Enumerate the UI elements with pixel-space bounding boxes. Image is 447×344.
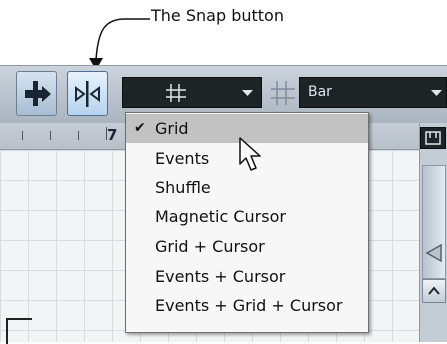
scroll-up-icon <box>428 286 440 295</box>
menu-item-label: Shuffle <box>155 178 211 197</box>
callout-arrow <box>89 18 150 70</box>
ruler-tick <box>22 131 23 140</box>
grid-type-icon <box>271 81 295 105</box>
grid-type-value: Bar <box>308 84 332 100</box>
ruler-tick <box>50 131 51 140</box>
snap-button[interactable] <box>67 71 108 116</box>
menu-item-label: Magnetic Cursor <box>155 207 286 226</box>
dropdown-arrow-icon <box>431 90 442 96</box>
menu-item-magnetic-cursor[interactable]: Magnetic Cursor <box>126 202 368 231</box>
insert-tool-button[interactable] <box>16 71 57 116</box>
part-corner <box>6 318 32 344</box>
menu-item-label: Grid <box>155 119 189 138</box>
menu-item-label: Events + Cursor <box>155 267 286 286</box>
snap-type-dropdown[interactable] <box>122 77 262 108</box>
checkmark-icon: ✔ <box>134 120 146 136</box>
grid-icon <box>166 84 186 102</box>
zoom-slider-icon[interactable] <box>425 243 443 263</box>
menu-item-events-grid-cursor[interactable]: Events + Grid + Cursor <box>126 291 368 320</box>
menu-item-label: Events <box>155 149 210 168</box>
menu-item-shuffle[interactable]: Shuffle <box>126 173 368 202</box>
mouse-pointer-icon <box>239 137 261 171</box>
dropdown-arrow-icon <box>242 90 253 96</box>
grid-type-dropdown[interactable]: Bar <box>299 77 447 108</box>
ruler-bar-number: 7 <box>107 126 118 144</box>
callout-label: The Snap button <box>151 6 284 25</box>
editor-window-icon[interactable] <box>420 127 446 149</box>
scroll-up-button[interactable] <box>422 279 446 303</box>
menu-item-grid-cursor[interactable]: Grid + Cursor <box>126 232 368 261</box>
menu-item-label: Events + Grid + Cursor <box>155 296 343 315</box>
ruler-tick <box>78 131 79 140</box>
menu-item-events-cursor[interactable]: Events + Cursor <box>126 262 368 291</box>
insert-tool-icon <box>25 81 51 106</box>
snap-icon <box>75 81 100 107</box>
menu-item-label: Grid + Cursor <box>155 237 265 256</box>
